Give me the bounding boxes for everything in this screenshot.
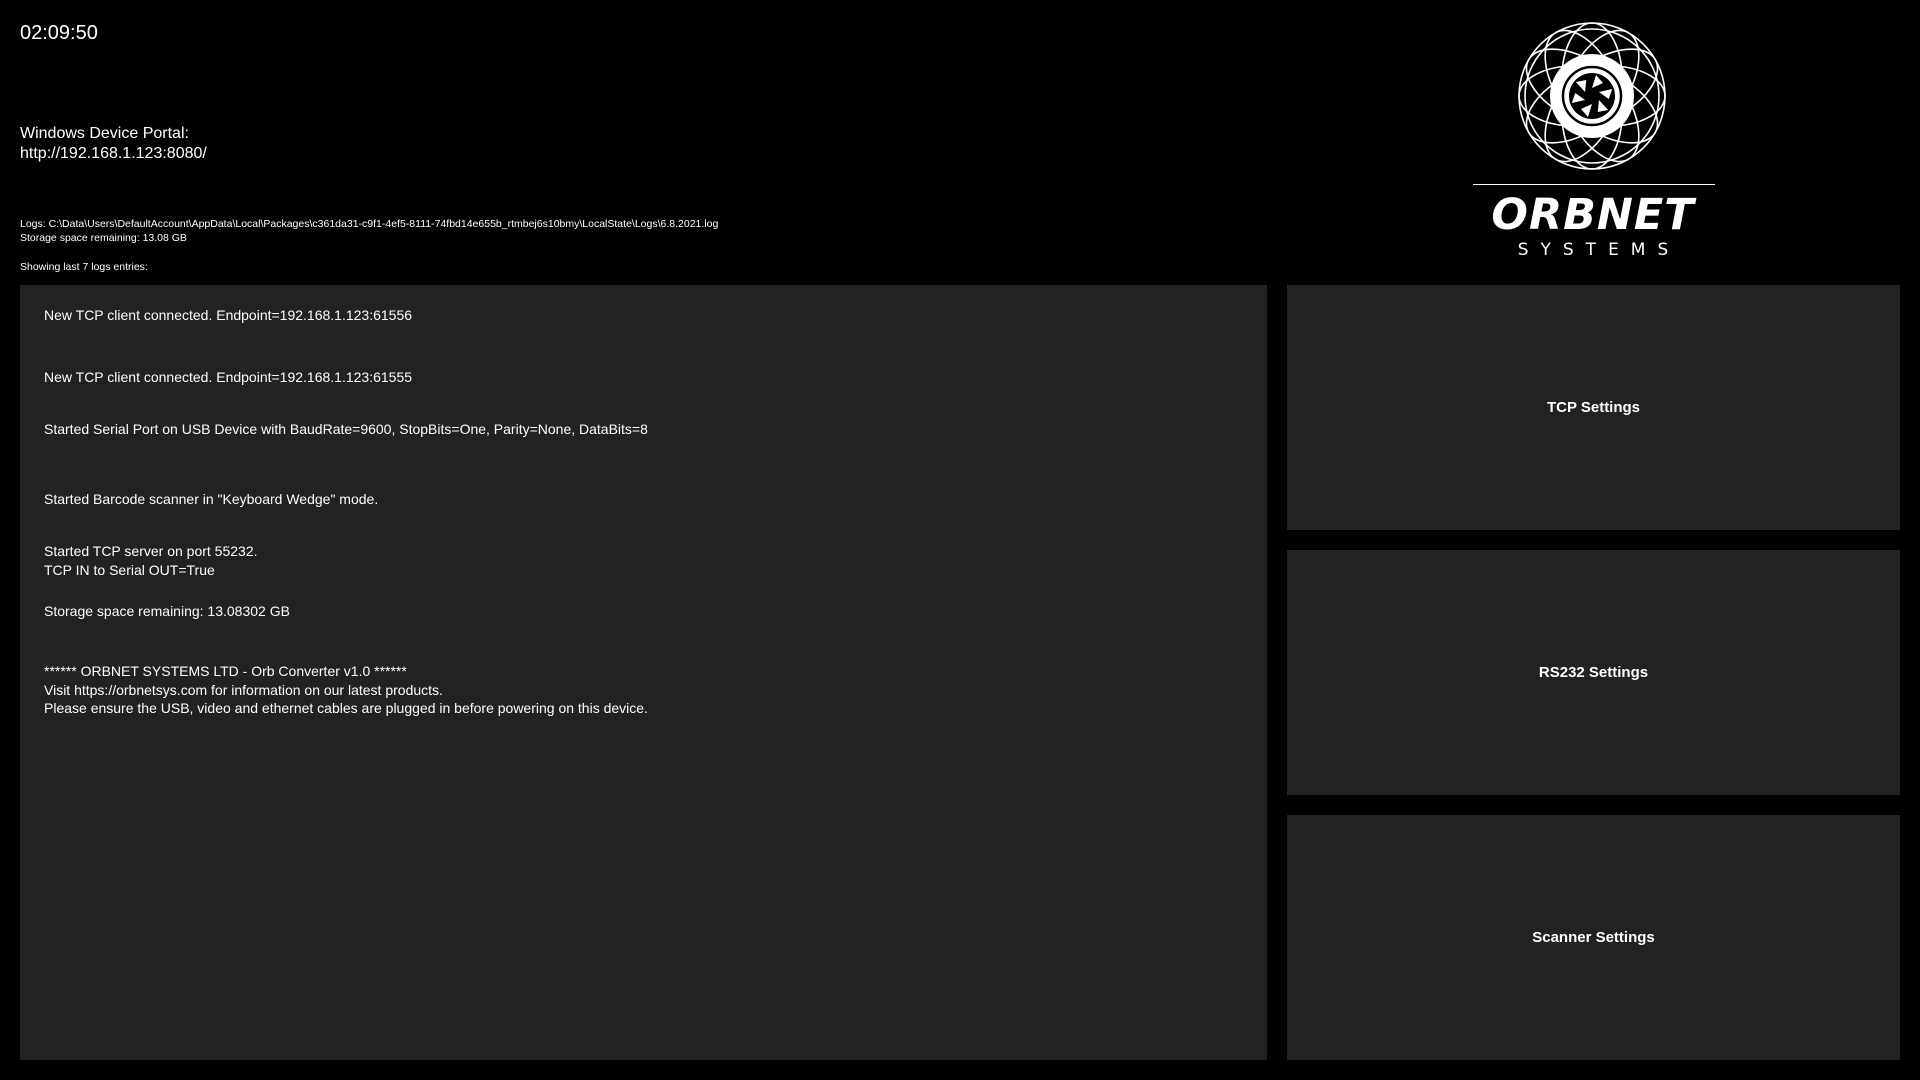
log-panel: New TCP client connected. Endpoint=192.1… xyxy=(20,285,1267,1060)
logo-wordmark: ORBNET xyxy=(1491,190,1695,240)
rs232-settings-button[interactable]: RS232 Settings xyxy=(1287,550,1900,795)
orbnet-emblem-icon xyxy=(1518,22,1666,170)
scanner-settings-label: Scanner Settings xyxy=(1532,929,1655,946)
log-entry: New TCP client connected. Endpoint=192.1… xyxy=(44,307,413,323)
log-entry: Started Serial Port on USB Device with B… xyxy=(44,421,648,437)
logs-path: Logs: C:\Data\Users\DefaultAccount\AppDa… xyxy=(20,218,719,230)
log-entry: Started TCP server on port 55232. TCP IN… xyxy=(44,543,258,578)
clock: 02:09:50 xyxy=(20,22,98,44)
log-entry: ****** ORBNET SYSTEMS LTD - Orb Converte… xyxy=(44,663,648,716)
device-portal-url: http://192.168.1.123:8080/ xyxy=(20,145,207,162)
device-portal-label: Windows Device Portal: xyxy=(20,125,189,142)
device-portal-info: Windows Device Portal: http://192.168.1.… xyxy=(20,124,207,164)
logo-subtitle: SYSTEMS xyxy=(1517,240,1681,260)
logo-divider xyxy=(1473,184,1715,185)
orbnet-logo: ORBNET SYSTEMS xyxy=(1470,18,1716,268)
log-entry: Storage space remaining: 13.08302 GB xyxy=(44,603,290,619)
log-entry: New TCP client connected. Endpoint=192.1… xyxy=(44,369,413,385)
tcp-settings-button[interactable]: TCP Settings xyxy=(1287,285,1900,530)
rs232-settings-label: RS232 Settings xyxy=(1538,664,1649,681)
logs-meta: Logs: C:\Data\Users\DefaultAccount\AppDa… xyxy=(20,217,718,245)
log-count-label: Showing last 7 logs entries: xyxy=(20,261,148,273)
scanner-settings-button[interactable]: Scanner Settings xyxy=(1287,815,1900,1060)
storage-remaining: Storage space remaining: 13.08 GB xyxy=(20,232,187,244)
tcp-settings-label: TCP Settings xyxy=(1546,399,1641,416)
log-entry: Started Barcode scanner in "Keyboard Wed… xyxy=(44,491,379,507)
